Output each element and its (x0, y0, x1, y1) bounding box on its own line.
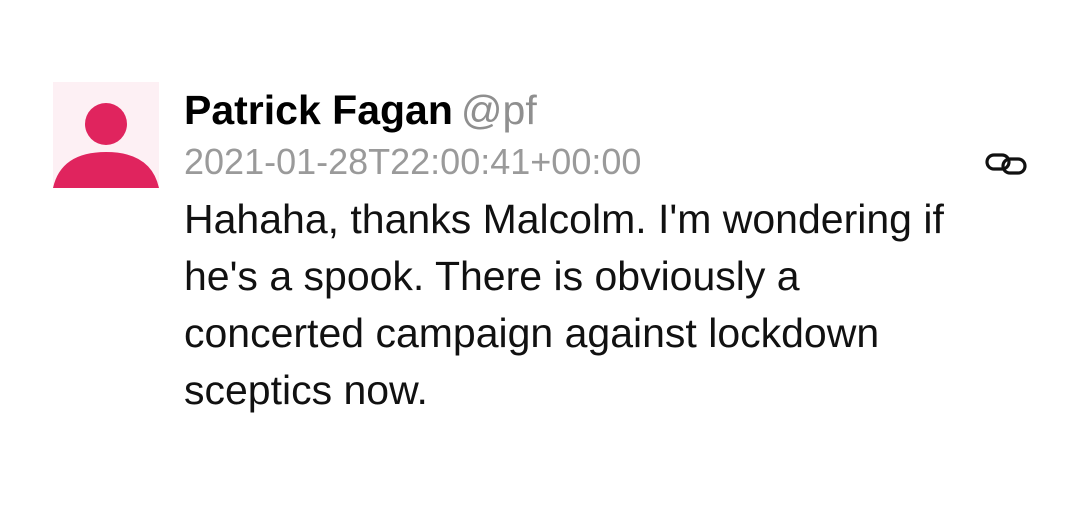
author-name[interactable]: Patrick Fagan (184, 87, 453, 133)
link-icon[interactable] (984, 150, 1028, 178)
post-card: Patrick Fagan @pf 2021-01-28T22:00:41+00:… (0, 0, 1080, 509)
post-text: Hahaha, thanks Malcolm. I'm wondering if… (184, 196, 944, 413)
post-timestamp: 2021-01-28T22:00:41+00:00 (184, 141, 642, 182)
avatar[interactable] (53, 82, 159, 188)
post-content: Patrick Fagan @pf 2021-01-28T22:00:41+00:… (184, 84, 964, 419)
person-icon (53, 103, 159, 188)
author-handle[interactable]: @pf (461, 87, 537, 133)
post-header: Patrick Fagan @pf (184, 84, 964, 136)
